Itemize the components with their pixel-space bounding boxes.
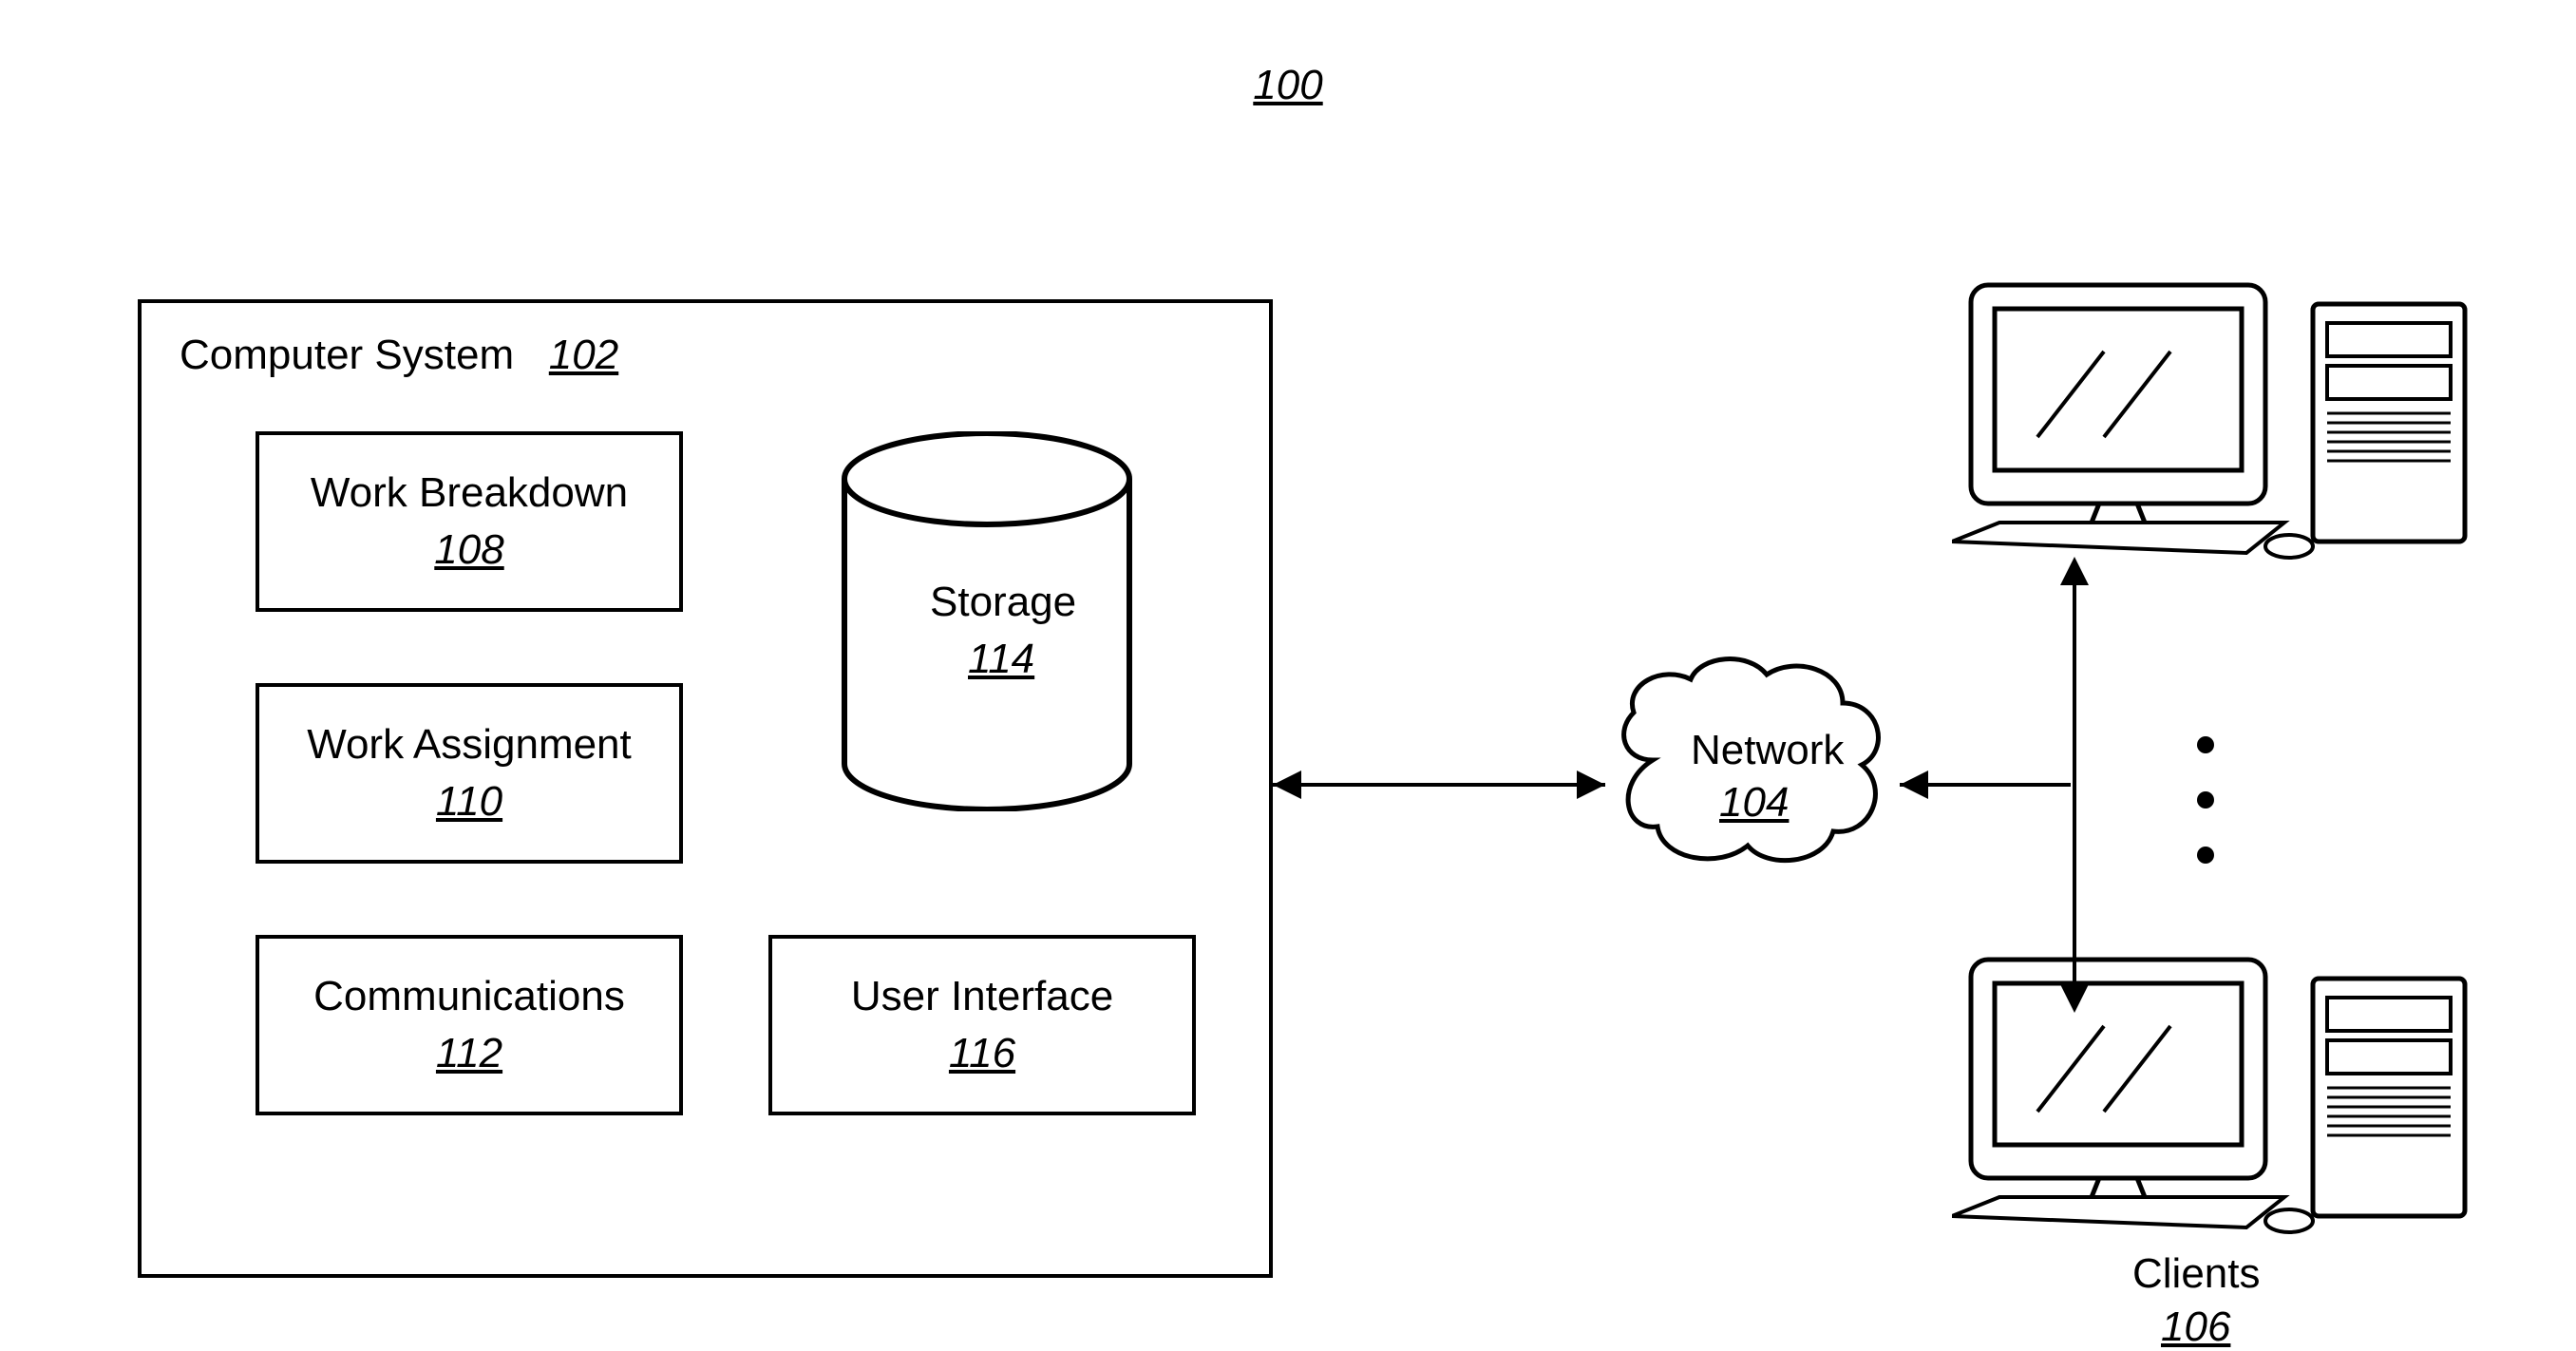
- computer-system-title: Computer System 102: [180, 332, 618, 379]
- communications-module: Communications 112: [256, 935, 683, 1115]
- arrowhead-up-icon: [2060, 557, 2089, 585]
- figure-number: 100: [1253, 62, 1322, 109]
- arrow-up-line: [2073, 585, 2076, 787]
- communications-label: Communications: [313, 973, 625, 1020]
- clients-label: Clients: [2132, 1250, 2261, 1298]
- client-computer-top-icon: [1952, 276, 2484, 561]
- arrow-system-network: [1273, 783, 1605, 787]
- network-ref: 104: [1719, 779, 1789, 827]
- user-interface-module: User Interface 116: [768, 935, 1196, 1115]
- arrowhead-left-icon: [1273, 771, 1301, 799]
- computer-system-container: Computer System 102 Work Breakdown 108 W…: [138, 299, 1273, 1278]
- storage-ref: 114: [968, 636, 1034, 683]
- work-breakdown-label: Work Breakdown: [311, 469, 628, 517]
- communications-ref: 112: [436, 1030, 502, 1077]
- client-computer-bottom-icon: [1952, 950, 2484, 1235]
- vertical-ellipsis-icon: [2197, 736, 2214, 864]
- user-interface-ref: 116: [949, 1030, 1015, 1077]
- storage-label: Storage: [930, 579, 1076, 626]
- computer-system-label: Computer System: [180, 332, 514, 378]
- arrowhead-right-icon: [1577, 771, 1605, 799]
- computer-system-ref: 102: [549, 332, 618, 378]
- clients-ref: 106: [2161, 1303, 2230, 1351]
- user-interface-label: User Interface: [851, 973, 1113, 1020]
- arrowhead-left2-icon: [1900, 771, 1928, 799]
- work-breakdown-ref: 108: [434, 526, 503, 574]
- work-breakdown-module: Work Breakdown 108: [256, 431, 683, 612]
- work-assignment-module: Work Assignment 110: [256, 683, 683, 864]
- network-label: Network: [1691, 727, 1844, 774]
- work-assignment-ref: 110: [436, 778, 502, 826]
- work-assignment-label: Work Assignment: [307, 721, 632, 769]
